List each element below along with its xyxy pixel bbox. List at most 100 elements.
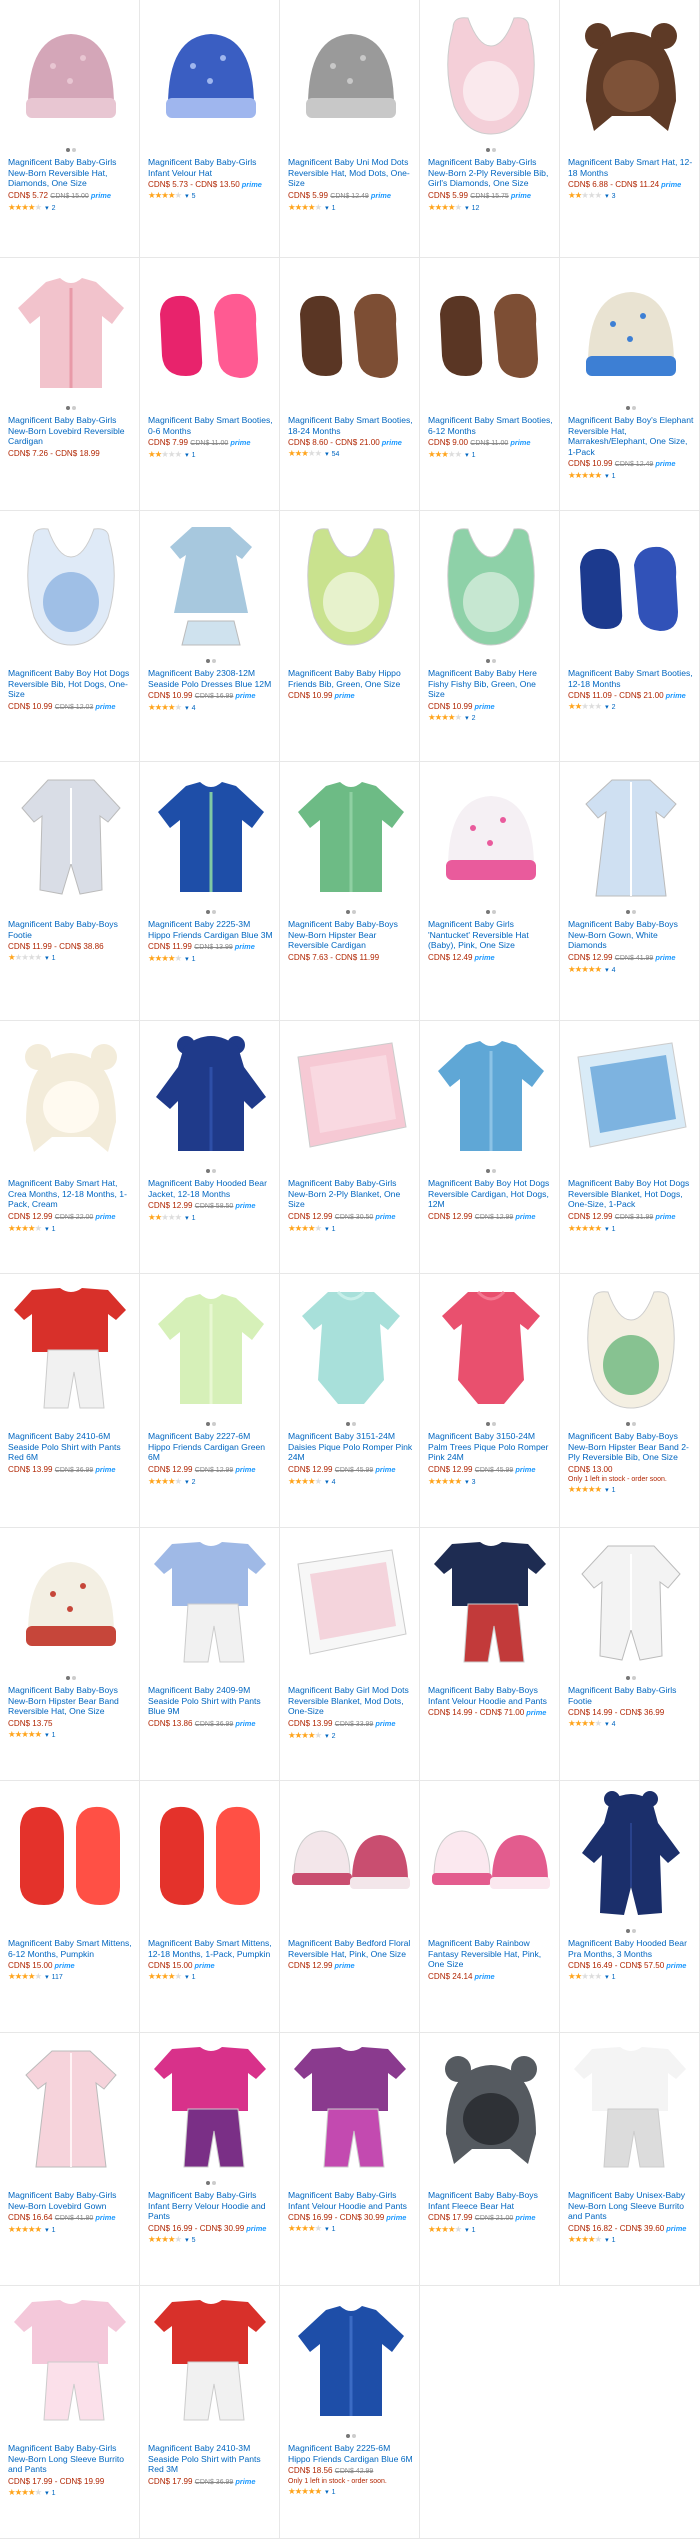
product-card[interactable]: Magnificent Baby Baby-Girls Infant Velou…: [140, 0, 280, 257]
carousel-dot[interactable]: [486, 909, 490, 914]
chevron-down-icon[interactable]: ▾: [325, 2489, 329, 2496]
carousel-dot[interactable]: [492, 1168, 496, 1173]
product-title-link[interactable]: Magnificent Baby Boy Hot Dogs Reversible…: [568, 1178, 694, 1210]
product-title-link[interactable]: Magnificent Baby Smart Hat, Crea Months,…: [8, 1178, 134, 1210]
product-image[interactable]: [288, 2292, 414, 2428]
chevron-down-icon[interactable]: ▾: [465, 1479, 469, 1486]
carousel-dot[interactable]: [66, 1675, 70, 1680]
product-title-link[interactable]: Magnificent Baby Baby-Girls Infant Velou…: [288, 2190, 414, 2211]
star-rating[interactable]: ★★★★★ ▾ 4: [288, 1476, 414, 1488]
carousel-dot[interactable]: [206, 909, 210, 914]
product-title-link[interactable]: Magnificent Baby Unisex-Baby New-Born Lo…: [568, 2190, 694, 2222]
review-count-link[interactable]: 1: [192, 452, 196, 459]
carousel-dot[interactable]: [486, 658, 490, 663]
product-image[interactable]: [288, 1027, 414, 1163]
chevron-down-icon[interactable]: ▾: [185, 705, 189, 712]
chevron-down-icon[interactable]: ▾: [325, 451, 329, 458]
review-count-link[interactable]: 5: [192, 2237, 196, 2244]
star-rating[interactable]: ★★★★★ ▾ 4: [568, 964, 694, 976]
product-card[interactable]: Magnificent Baby Smart Mittens, 12-18 Mo…: [140, 1781, 280, 2032]
carousel-dot[interactable]: [72, 405, 76, 410]
review-count-link[interactable]: 2: [52, 205, 56, 212]
product-image[interactable]: [288, 1280, 414, 1416]
chevron-down-icon[interactable]: ▾: [325, 2226, 329, 2233]
review-count-link[interactable]: 3: [612, 193, 616, 200]
chevron-down-icon[interactable]: ▾: [605, 473, 609, 480]
carousel-dot[interactable]: [626, 405, 630, 410]
product-card[interactable]: Magnificent Baby Boy Hot Dogs Reversible…: [0, 511, 140, 761]
product-image[interactable]: [148, 1787, 274, 1923]
star-rating[interactable]: ★★★★★ ▾ 1: [148, 1212, 274, 1224]
review-count-link[interactable]: 1: [472, 2227, 476, 2234]
chevron-down-icon[interactable]: ▾: [45, 1226, 49, 1233]
star-rating[interactable]: ★★★★★ ▾ 1: [428, 2224, 554, 2236]
product-image[interactable]: [8, 1787, 134, 1923]
chevron-down-icon[interactable]: ▾: [185, 1479, 189, 1486]
product-image[interactable]: [568, 1534, 694, 1670]
carousel-dot[interactable]: [212, 1421, 216, 1426]
carousel-dot[interactable]: [346, 909, 350, 914]
product-image[interactable]: [8, 517, 134, 653]
chevron-down-icon[interactable]: ▾: [45, 955, 49, 962]
product-title-link[interactable]: Magnificent Baby Baby Hippo Friends Bib,…: [288, 668, 414, 689]
star-rating[interactable]: ★★★★★ ▾ 3: [568, 190, 694, 202]
chevron-down-icon[interactable]: ▾: [185, 1215, 189, 1222]
product-image[interactable]: [288, 1787, 414, 1923]
chevron-down-icon[interactable]: ▾: [325, 205, 329, 212]
star-rating[interactable]: ★★★★★ ▾ 1: [8, 2487, 134, 2499]
chevron-down-icon[interactable]: ▾: [185, 2237, 189, 2244]
carousel-dot[interactable]: [346, 1421, 350, 1426]
product-card[interactable]: Magnificent Baby Unisex-Baby New-Born Lo…: [560, 2033, 700, 2285]
product-image[interactable]: [148, 768, 274, 904]
review-count-link[interactable]: 1: [52, 2490, 56, 2497]
review-count-link[interactable]: 1: [332, 2489, 336, 2496]
product-title-link[interactable]: Magnificent Baby Baby-Girls New-Born Lon…: [8, 2443, 134, 2475]
review-count-link[interactable]: 1: [192, 956, 196, 963]
product-card[interactable]: Magnificent Baby Baby-Boys New-Born Hips…: [560, 1274, 700, 1527]
chevron-down-icon[interactable]: ▾: [465, 205, 469, 212]
product-card[interactable]: Magnificent Baby Uni Mod Dots Reversible…: [280, 0, 420, 257]
product-title-link[interactable]: Magnificent Baby Boy Hot Dogs Reversible…: [8, 668, 134, 700]
product-card[interactable]: Magnificent Baby Baby-Girls New-Born Lov…: [0, 258, 140, 510]
product-title-link[interactable]: Magnificent Baby Boy's Elephant Reversib…: [568, 415, 694, 457]
product-card[interactable]: Magnificent Baby Smart Booties, 12-18 Mo…: [560, 511, 700, 761]
product-card[interactable]: Magnificent Baby Baby-Boys New-Born Hips…: [0, 1528, 140, 1780]
carousel-dot[interactable]: [352, 909, 356, 914]
carousel-dot[interactable]: [352, 2433, 356, 2438]
star-rating[interactable]: ★★★★★ ▾ 54: [288, 448, 414, 460]
carousel-dot[interactable]: [486, 147, 490, 152]
product-title-link[interactable]: Magnificent Baby Baby-Boys New-Born Gown…: [568, 919, 694, 951]
star-rating[interactable]: ★★★★★ ▾ 1: [428, 449, 554, 461]
product-image[interactable]: [428, 1787, 554, 1923]
chevron-down-icon[interactable]: ▾: [185, 1974, 189, 1981]
product-card[interactable]: Magnificent Baby Smart Booties, 0-6 Mont…: [140, 258, 280, 510]
review-count-link[interactable]: 5: [192, 193, 196, 200]
carousel-dot[interactable]: [632, 909, 636, 914]
product-title-link[interactable]: Magnificent Baby 2227-6M Hippo Friends C…: [148, 1431, 274, 1463]
product-card[interactable]: Magnificent Baby Baby-Girls New-Born Rev…: [0, 0, 140, 257]
star-rating[interactable]: ★★★★★ ▾ 4: [568, 1718, 694, 1730]
product-card[interactable]: Magnificent Baby Smart Hat, Crea Months,…: [0, 1021, 140, 1273]
star-rating[interactable]: ★★★★★ ▾ 1: [148, 953, 274, 965]
carousel-dot[interactable]: [72, 1675, 76, 1680]
product-image[interactable]: [428, 2039, 554, 2175]
product-title-link[interactable]: Magnificent Baby Smart Mittens, 12-18 Mo…: [148, 1938, 274, 1959]
star-rating[interactable]: ★★★★★ ▾ 1: [8, 952, 134, 964]
product-card[interactable]: Magnificent Baby Baby-Boys New-Born Gown…: [560, 762, 700, 1020]
product-card[interactable]: Magnificent Baby Baby Hippo Friends Bib,…: [280, 511, 420, 761]
review-count-link[interactable]: 4: [192, 705, 196, 712]
product-image[interactable]: [568, 517, 694, 653]
product-title-link[interactable]: Magnificent Baby Hooded Bear Pra Months,…: [568, 1938, 694, 1959]
product-card[interactable]: Magnificent Baby 2225-6M Hippo Friends C…: [280, 2286, 420, 2538]
product-image[interactable]: [148, 6, 274, 142]
product-title-link[interactable]: Magnificent Baby Baby-Girls Infant Berry…: [148, 2190, 274, 2222]
product-title-link[interactable]: Magnificent Baby Baby-Girls Footie: [568, 1685, 694, 1706]
product-title-link[interactable]: Magnificent Baby 2410-6M Seaside Polo Sh…: [8, 1431, 134, 1463]
star-rating[interactable]: ★★★★★ ▾ 5: [148, 2234, 274, 2246]
product-image[interactable]: [8, 2292, 134, 2428]
product-title-link[interactable]: Magnificent Baby Smart Booties, 6-12 Mon…: [428, 415, 554, 436]
carousel-dot[interactable]: [346, 2433, 350, 2438]
product-card[interactable]: Magnificent Baby 2410-6M Seaside Polo Sh…: [0, 1274, 140, 1527]
chevron-down-icon[interactable]: ▾: [185, 452, 189, 459]
chevron-down-icon[interactable]: ▾: [185, 956, 189, 963]
